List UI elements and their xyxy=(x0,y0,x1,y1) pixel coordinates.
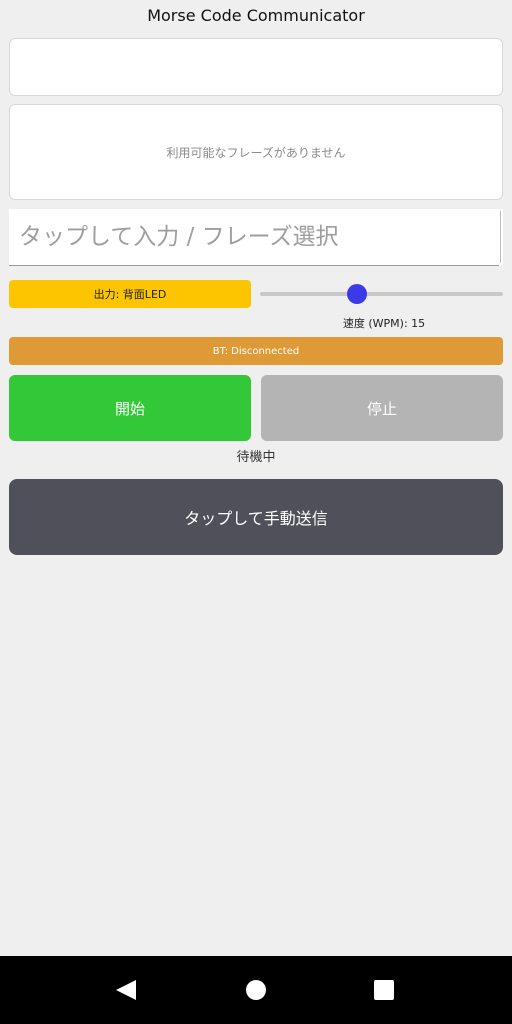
phrase-list-empty-text: 利用可能なフレーズがありません xyxy=(166,145,346,160)
system-nav-bar xyxy=(0,956,512,1024)
input-underline xyxy=(9,265,499,266)
phrase-input-container xyxy=(9,209,503,266)
recents-square-icon[interactable] xyxy=(370,976,398,1004)
start-button-label: 開始 xyxy=(114,399,145,418)
phrase-list[interactable]: 利用可能なフレーズがありません xyxy=(9,104,503,200)
app-title: Morse Code Communicator xyxy=(147,6,365,25)
speed-slider-track xyxy=(260,292,503,296)
stop-button-label: 停止 xyxy=(366,399,397,418)
phrase-input[interactable] xyxy=(9,209,501,265)
start-button[interactable]: 開始 xyxy=(9,375,251,441)
speed-slider-thumb[interactable] xyxy=(347,284,368,304)
manual-send-button[interactable]: タップして手動送信 xyxy=(9,479,503,555)
app-screen: Morse Code Communicator 利用可能なフレーズがありません … xyxy=(0,0,512,1024)
output-mode-label: 出力: 背面LED xyxy=(93,288,167,301)
back-triangle-icon[interactable] xyxy=(112,976,140,1004)
status-text: 待機中 xyxy=(236,450,276,465)
bluetooth-status-label: BT: Disconnected xyxy=(212,345,300,357)
speed-slider[interactable] xyxy=(260,283,503,305)
bluetooth-status-button[interactable]: BT: Disconnected xyxy=(9,337,503,365)
input-edge xyxy=(500,211,501,263)
manual-send-label: タップして手動送信 xyxy=(184,509,328,528)
stop-button[interactable]: 停止 xyxy=(261,375,503,441)
speed-label: 速度 (WPM): 15 xyxy=(342,317,426,330)
home-circle-icon[interactable] xyxy=(242,976,270,1004)
output-mode-button[interactable]: 出力: 背面LED xyxy=(9,280,251,308)
morse-message-display xyxy=(9,38,503,96)
